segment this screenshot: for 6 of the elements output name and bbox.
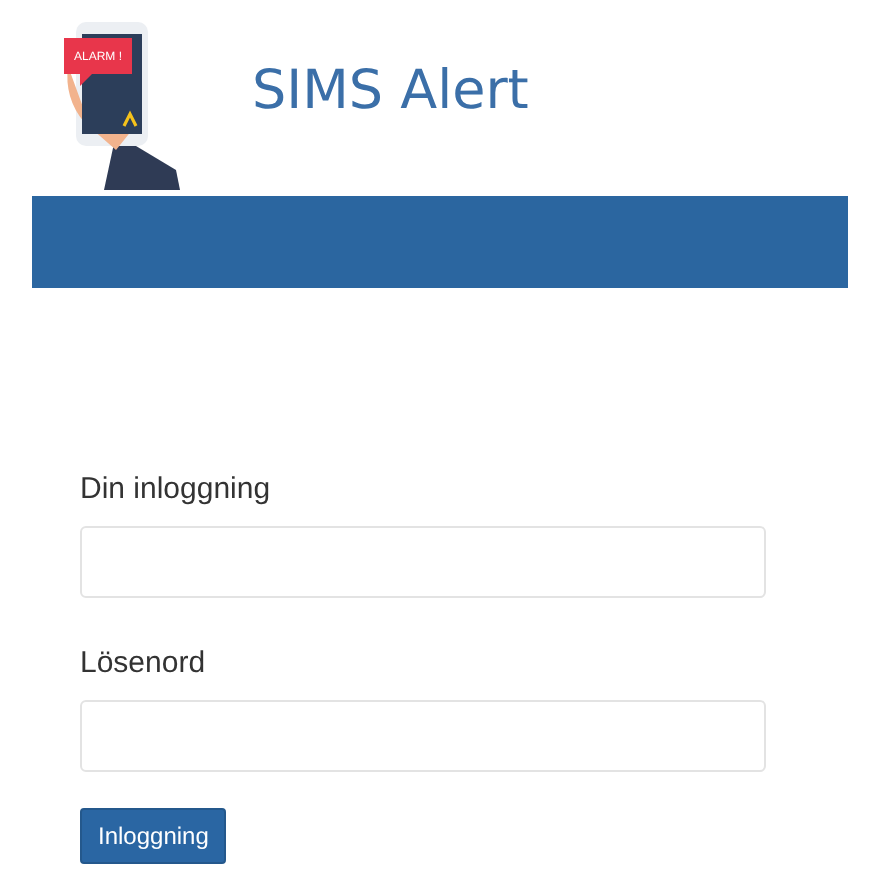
input-field[interactable]	[80, 700, 766, 772]
field-label: Lösenord	[80, 646, 208, 680]
login-button[interactable]: Inloggning	[80, 808, 227, 864]
input-field[interactable]	[80, 526, 766, 598]
field-label: Din inloggning	[80, 472, 273, 506]
app-title: SIMS Alert	[252, 59, 529, 121]
